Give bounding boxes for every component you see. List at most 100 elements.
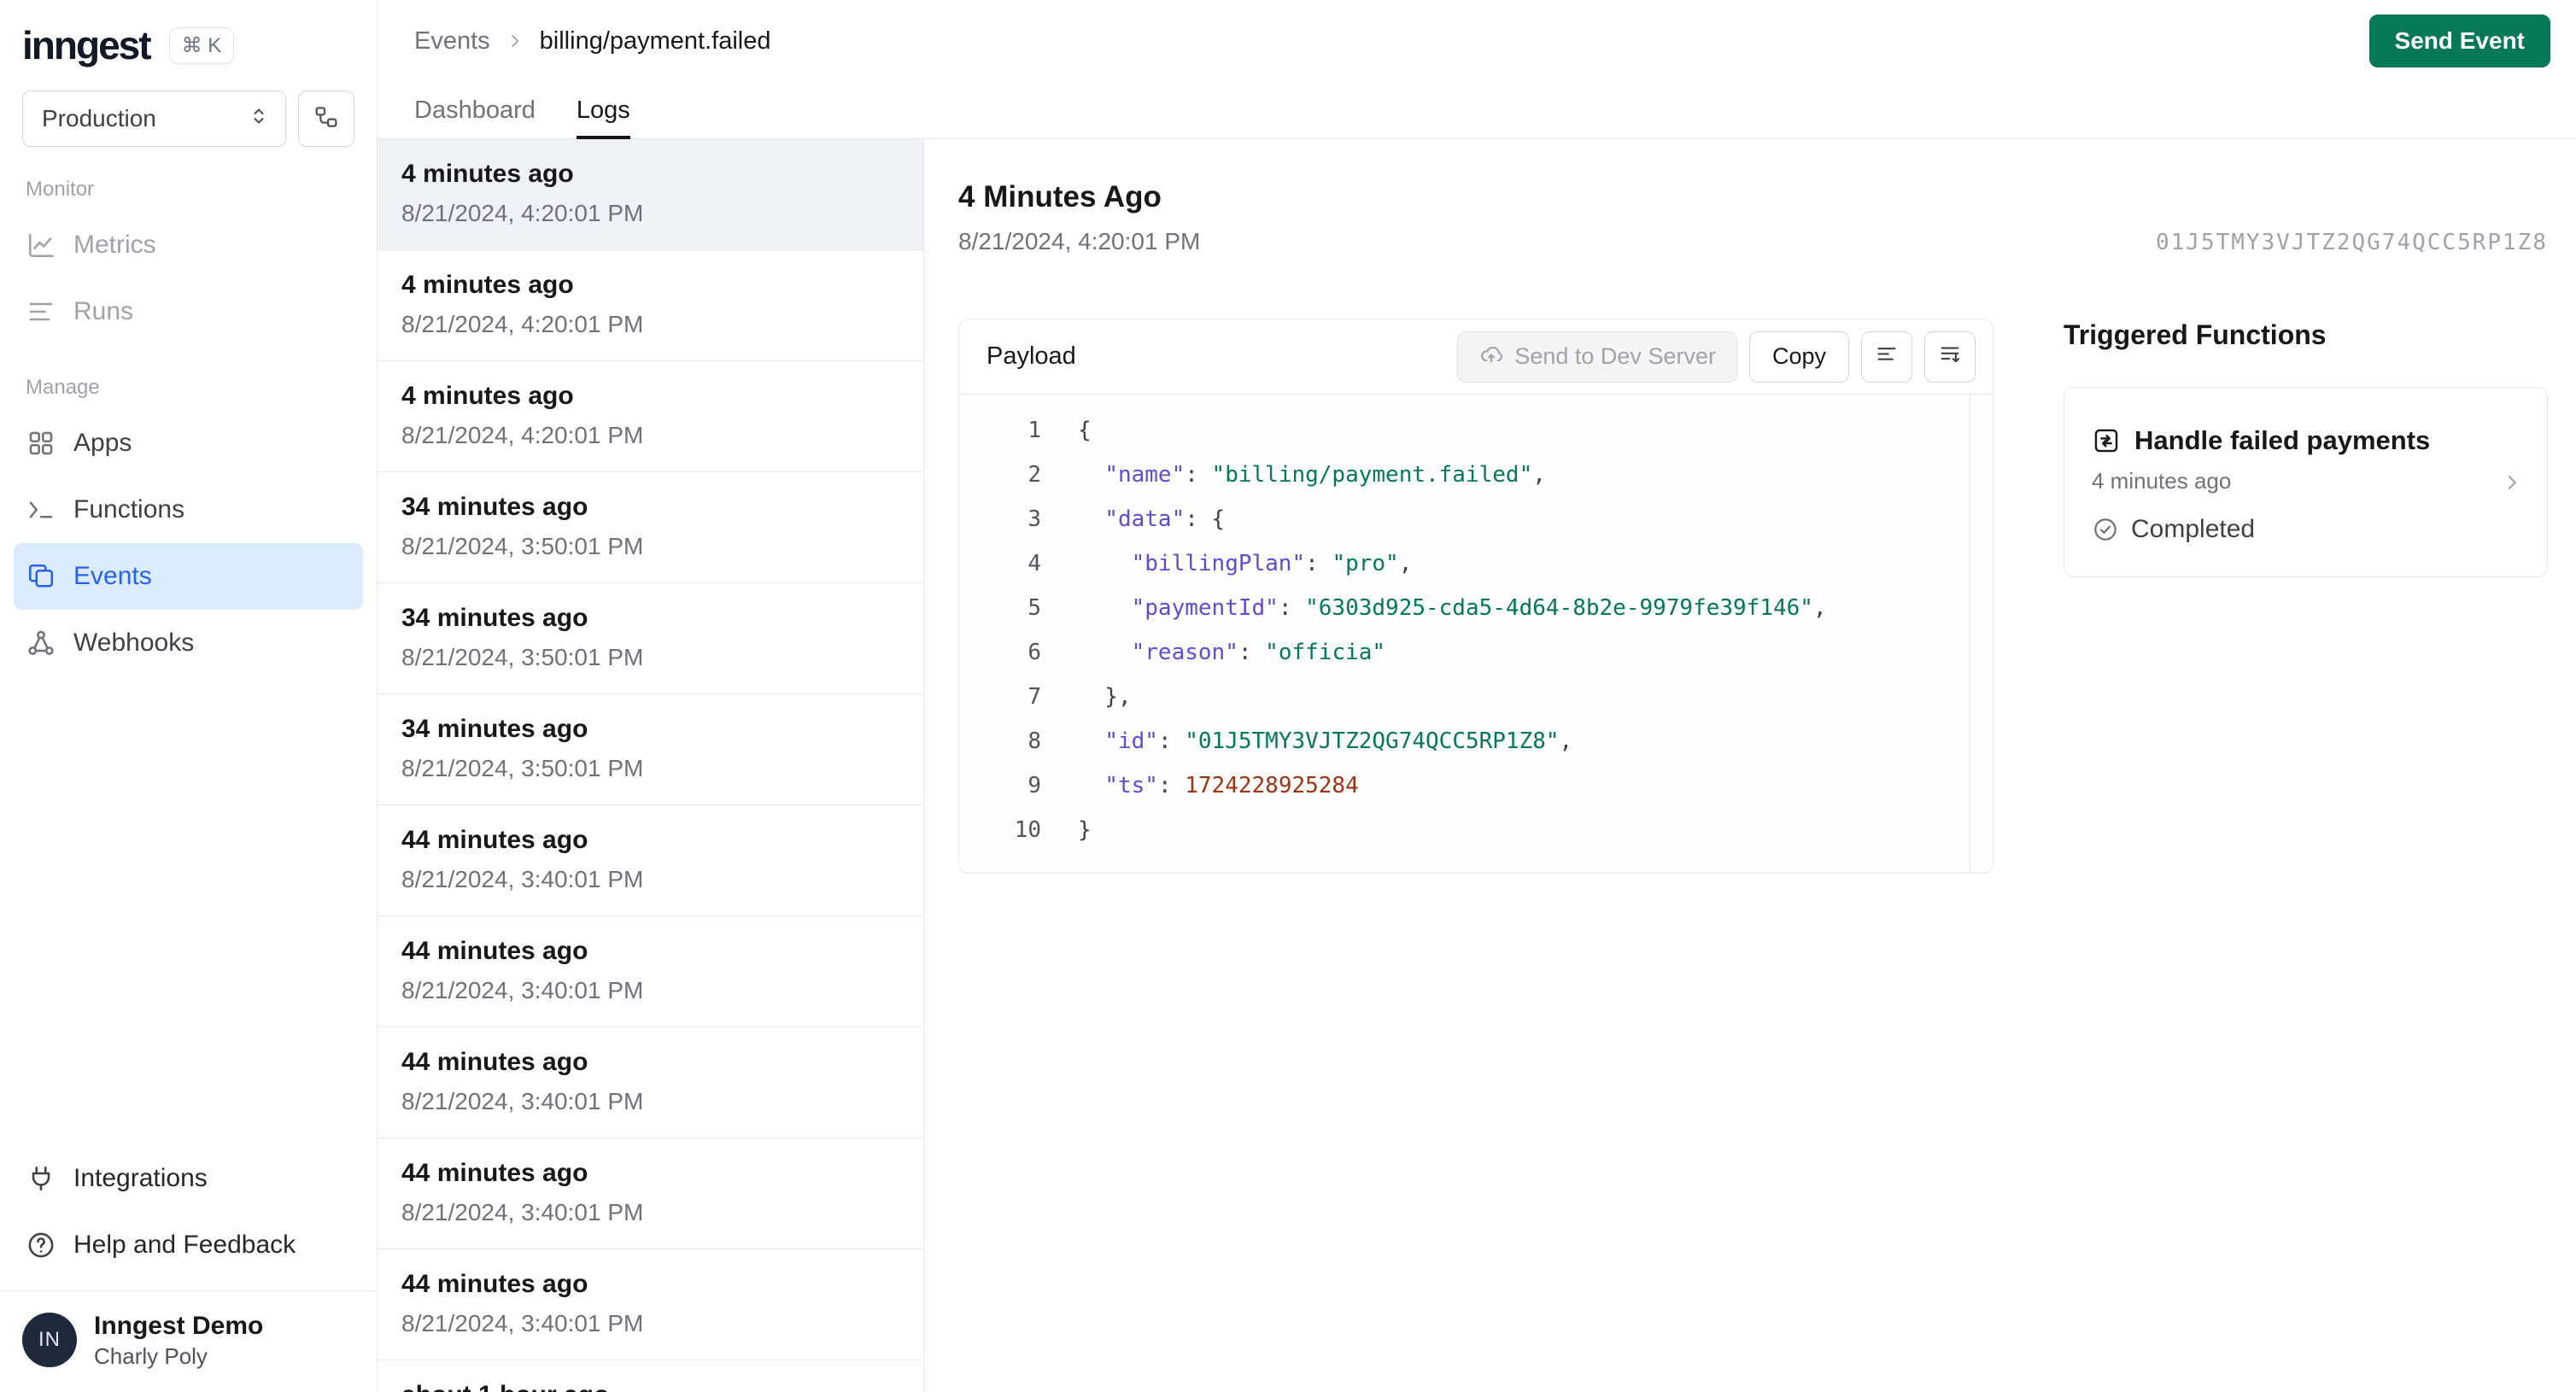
code-line: "data": { — [1104, 506, 1226, 532]
send-to-dev-server-button[interactable]: Send to Dev Server — [1457, 330, 1737, 383]
function-run-time: 4 minutes ago — [2092, 468, 2232, 494]
select-chevrons-icon — [246, 103, 272, 135]
runs-icon — [26, 296, 56, 327]
app-root: inngest ⌘ K Production Monitor Metrics Run… — [0, 0, 2576, 1392]
chart-icon — [26, 230, 56, 260]
line-number: 7 — [1027, 684, 1041, 710]
sidebar-item-apps[interactable]: Apps — [14, 410, 363, 477]
event-list-item[interactable]: 44 minutes ago 8/21/2024, 3:40:01 PM — [378, 1027, 923, 1138]
nav-section-label: Manage — [26, 376, 100, 399]
breadcrumb-parent[interactable]: Events — [414, 27, 490, 56]
events-icon — [26, 561, 56, 592]
cloud-upload-icon — [1478, 341, 1504, 372]
event-list-item[interactable]: 4 minutes ago 8/21/2024, 4:20:01 PM — [378, 139, 923, 250]
send-event-button[interactable]: Send Event — [2368, 15, 2550, 67]
format-lines-button[interactable] — [1861, 330, 1912, 383]
payload-code: 1 2 3 4 5 6 7 8 9 10 { "name": "billing/payment.f… — [959, 395, 1993, 873]
event-relative-time: 44 minutes ago — [401, 1159, 588, 1187]
event-timestamp: 8/21/2024, 3:40:01 PM — [401, 977, 644, 1003]
environment-select[interactable]: Production — [22, 91, 286, 147]
event-list-item[interactable]: 34 minutes ago 8/21/2024, 3:50:01 PM — [378, 472, 923, 583]
code-lines: { "name": "billing/payment.failed", "dat… — [1041, 408, 1993, 852]
line-number: 10 — [1014, 817, 1041, 843]
line-number: 4 — [1027, 551, 1041, 576]
event-list-item[interactable]: about 1 hour ago — [378, 1360, 923, 1392]
event-relative-time: 44 minutes ago — [401, 937, 588, 965]
triggered-functions-title: Triggered Functions — [2064, 319, 2327, 350]
line-number: 5 — [1027, 595, 1041, 621]
event-list: 4 minutes ago 8/21/2024, 4:20:01 PM 4 minu… — [378, 139, 924, 1392]
sidebar-item-label: Apps — [73, 429, 132, 457]
sidebar-item-help-and-feedback[interactable]: Help and Feedback — [14, 1212, 363, 1278]
wrap-lines-icon — [1937, 342, 1963, 371]
scroll-follow-button[interactable] — [1924, 330, 1976, 383]
sidebar-item-label: Functions — [73, 495, 185, 523]
code-line: "id": "01J5TMY3VJTZ2QG74QCC5RP1Z8", — [1104, 728, 1573, 754]
event-timestamp: 8/21/2024, 4:20:01 PM — [401, 422, 644, 448]
detail-timestamp: 8/21/2024, 4:20:01 PM — [958, 228, 1201, 254]
triggered-functions-panel: Triggered Functions Handle failed paymen… — [2064, 319, 2548, 577]
event-relative-time: 4 minutes ago — [401, 160, 574, 188]
event-list-item[interactable]: 44 minutes ago 8/21/2024, 3:40:01 PM — [378, 1249, 923, 1360]
align-left-icon — [1874, 342, 1900, 371]
logo-row: inngest ⌘ K — [0, 0, 377, 77]
code-line: "name": "billing/payment.failed", — [1104, 462, 1546, 488]
environment-select-value: Production — [42, 105, 156, 132]
tabs-row: Dashboard Logs — [378, 82, 2576, 139]
sidebar-item-label: Help and Feedback — [73, 1231, 296, 1259]
event-list-item[interactable]: 4 minutes ago 8/21/2024, 4:20:01 PM — [378, 361, 923, 472]
event-timestamp: 8/21/2024, 3:40:01 PM — [401, 1199, 644, 1225]
user-row[interactable]: IN Inngest Demo Charly Poly — [0, 1290, 377, 1392]
line-number: 6 — [1027, 640, 1041, 665]
event-relative-time: 34 minutes ago — [401, 715, 588, 743]
line-number: 8 — [1027, 728, 1041, 754]
topbar: Events billing/payment.failed Send Event — [378, 0, 2576, 82]
sidebar-item-webhooks[interactable]: Webhooks — [14, 610, 363, 676]
sidebar-item-events[interactable]: Events — [14, 543, 363, 610]
integrations-icon — [26, 1163, 56, 1194]
event-timestamp: 8/21/2024, 4:20:01 PM — [401, 311, 644, 337]
tab-logs[interactable]: Logs — [576, 82, 630, 139]
sidebar-item-metrics[interactable]: Metrics — [14, 212, 363, 278]
event-relative-time: 4 minutes ago — [401, 382, 574, 410]
sidebar-item-label: Metrics — [73, 231, 156, 259]
event-timestamp: 8/21/2024, 3:40:01 PM — [401, 1088, 644, 1114]
tab-dashboard[interactable]: Dashboard — [414, 82, 536, 138]
event-relative-time: about 1 hour ago — [401, 1379, 899, 1392]
event-list-item[interactable]: 34 minutes ago 8/21/2024, 3:50:01 PM — [378, 694, 923, 805]
sidebar-item-label: Runs — [73, 297, 134, 325]
function-name: Handle failed payments — [2134, 425, 2431, 455]
code-line: { — [1078, 418, 1092, 443]
command-k-shortcut[interactable]: ⌘ K — [168, 26, 235, 64]
user-name: Inngest Demo — [94, 1312, 264, 1340]
apps-icon — [26, 428, 56, 459]
payload-title: Payload — [986, 342, 1076, 370]
chevron-right-icon — [2499, 470, 2525, 495]
sidebar-item-functions[interactable]: Functions — [14, 477, 363, 543]
user-subtitle: Charly Poly — [94, 1343, 208, 1369]
line-number: 2 — [1027, 462, 1041, 488]
environment-config-button[interactable] — [298, 91, 354, 147]
functions-icon — [26, 494, 56, 525]
triggered-function-card[interactable]: Handle failed payments 4 minutes ago Compl… — [2064, 387, 2548, 577]
nav-section-label: Monitor — [26, 178, 95, 201]
copy-button[interactable]: Copy — [1748, 330, 1849, 383]
line-number-gutter: 1 2 3 4 5 6 7 8 9 10 — [959, 408, 1041, 852]
sidebar-nav: Monitor Metrics Runs Manage Apps Functions Eve… — [0, 147, 377, 676]
sidebar-item-integrations[interactable]: Integrations — [14, 1145, 363, 1212]
event-relative-time: 44 minutes ago — [401, 826, 588, 854]
sidebar-item-runs[interactable]: Runs — [14, 278, 363, 345]
avatar[interactable]: IN — [22, 1313, 77, 1367]
sidebar-item-label: Integrations — [73, 1164, 208, 1192]
line-number: 1 — [1027, 418, 1041, 443]
event-list-item[interactable]: 44 minutes ago 8/21/2024, 3:40:01 PM — [378, 916, 923, 1027]
breadcrumb-current: billing/payment.failed — [539, 26, 771, 55]
event-list-item[interactable]: 34 minutes ago 8/21/2024, 3:50:01 PM — [378, 583, 923, 694]
event-timestamp: 8/21/2024, 3:40:01 PM — [401, 1310, 644, 1336]
event-list-item[interactable]: 44 minutes ago 8/21/2024, 3:40:01 PM — [378, 1138, 923, 1249]
code-line: "billingPlan": "pro", — [1131, 551, 1413, 576]
line-number: 3 — [1027, 506, 1041, 532]
event-list-item[interactable]: 4 minutes ago 8/21/2024, 4:20:01 PM — [378, 250, 923, 361]
event-list-item[interactable]: 44 minutes ago 8/21/2024, 3:40:01 PM — [378, 805, 923, 916]
line-number: 9 — [1027, 773, 1041, 798]
